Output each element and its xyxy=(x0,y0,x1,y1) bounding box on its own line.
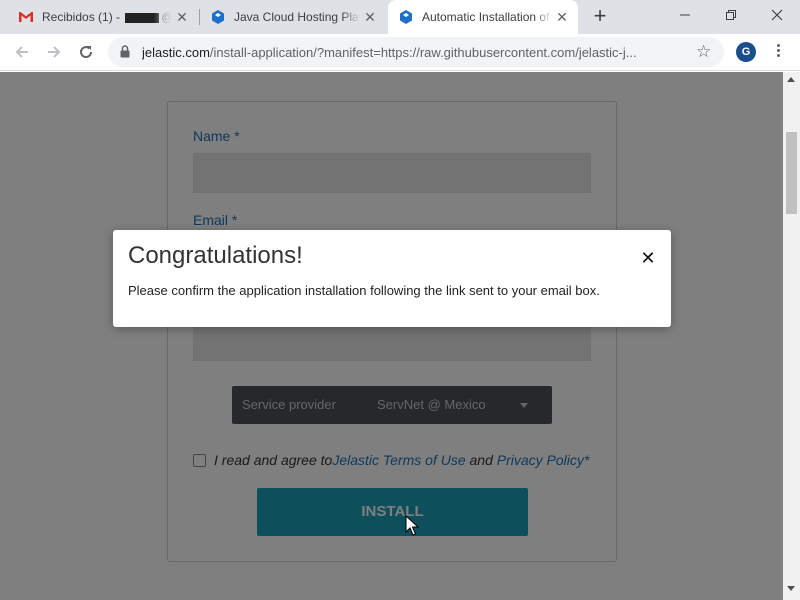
congratulations-dialog: Congratulations! ✕ Please confirm the ap… xyxy=(113,230,671,327)
minimize-icon xyxy=(680,14,690,16)
profile-avatar[interactable]: G xyxy=(736,42,756,62)
tab-close-icon[interactable]: ✕ xyxy=(172,9,192,26)
browser-toolbar: jelastic.com/install-application/?manife… xyxy=(0,34,800,71)
close-icon xyxy=(771,9,783,21)
dialog-message: Please confirm the application installat… xyxy=(128,283,600,298)
dialog-title: Congratulations! xyxy=(128,242,303,269)
forward-arrow-icon xyxy=(48,46,61,58)
tab-close-icon[interactable]: ✕ xyxy=(552,9,572,26)
bookmark-star-icon[interactable]: ☆ xyxy=(696,43,711,60)
scrollbar-thumb[interactable] xyxy=(786,132,797,214)
new-tab-button[interactable]: + xyxy=(588,5,612,29)
address-bar[interactable]: jelastic.com/install-application/?manife… xyxy=(108,37,724,67)
reload-icon xyxy=(80,46,93,59)
tab-title: Java Cloud Hosting Platform xyxy=(234,10,360,24)
mouse-cursor-icon xyxy=(405,515,419,536)
dialog-close-icon[interactable]: ✕ xyxy=(637,247,659,269)
window-close-button[interactable] xyxy=(754,0,800,30)
forward-button[interactable] xyxy=(42,40,66,64)
tab-gmail[interactable]: Recibidos (1) - @ ✕ xyxy=(8,0,198,34)
url-text[interactable]: jelastic.com/install-application/?manife… xyxy=(142,45,687,60)
jelastic-icon xyxy=(400,10,412,24)
restore-button[interactable] xyxy=(708,0,754,30)
lock-icon xyxy=(120,45,130,58)
jelastic-icon xyxy=(212,10,224,24)
gmail-icon xyxy=(19,12,33,22)
menu-kebab-icon[interactable] xyxy=(770,42,786,62)
back-arrow-icon xyxy=(15,46,28,58)
tab-strip: Recibidos (1) - @ ✕ Java Cloud Hosting P… xyxy=(0,0,800,34)
restore-icon xyxy=(726,10,736,20)
tab-title: Automatic Installation of xyxy=(422,10,552,24)
tab-close-icon[interactable]: ✕ xyxy=(360,9,380,26)
tab-title: Recibidos (1) - @ xyxy=(42,10,172,24)
scroll-down-arrow-icon[interactable] xyxy=(787,586,795,591)
vertical-scrollbar[interactable] xyxy=(783,72,800,600)
minimize-button[interactable] xyxy=(662,0,708,30)
redacted-text xyxy=(125,12,160,23)
modal-backdrop[interactable] xyxy=(0,72,783,600)
tab-automatic-installation[interactable]: Automatic Installation of ✕ xyxy=(388,0,578,34)
reload-button[interactable] xyxy=(74,40,98,64)
back-button[interactable] xyxy=(10,40,34,64)
page-viewport: Name * Email * Service provider ServNet … xyxy=(0,72,783,600)
tab-jelastic-hosting[interactable]: Java Cloud Hosting Platform ✕ xyxy=(200,0,386,34)
scroll-up-arrow-icon[interactable] xyxy=(787,77,795,82)
